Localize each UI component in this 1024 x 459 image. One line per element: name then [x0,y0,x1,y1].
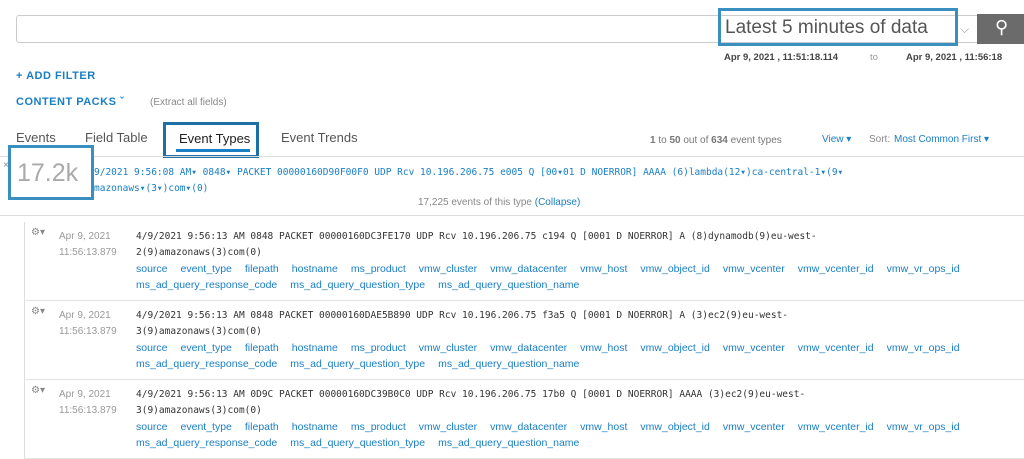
event-message: 4/9/2021 9:56:13 AM 0848 PACKET 00000160… [136,231,817,258]
event-row: ⚙▾ Apr 9, 2021 11:56:13.879 4/9/2021 9:56… [24,301,1024,380]
event-timestamp: Apr 9, 2021 11:56:13.879 [59,389,117,416]
field-link[interactable]: event_type [181,340,232,356]
event-row: ⚙▾ Apr 9, 2021 11:56:13.879 4/9/2021 9:56… [24,380,1024,459]
field-link[interactable]: vmw_vr_ops_id [887,340,960,356]
field-link[interactable]: ms_product [351,261,406,277]
field-link[interactable]: ms_product [351,340,406,356]
tab-event-trends[interactable]: Event Trends [281,130,358,145]
event-timestamp: Apr 9, 2021 11:56:13.879 [59,231,117,258]
event-message: 4/9/2021 9:56:13 AM 0848 PACKET 00000160… [136,310,789,337]
field-link[interactable]: vmw_host [580,261,627,277]
event-type-text: 9/2021 9:56:08 AM▾ 0848▾ PACKET 00000160… [94,167,844,178]
field-link[interactable]: source [136,340,168,356]
search-button[interactable]: ⚲ [977,14,1024,44]
field-link[interactable]: vmw_cluster [419,261,477,277]
field-link[interactable]: ms_ad_query_question_type [290,356,425,372]
field-link[interactable]: vmw_vcenter_id [798,419,874,435]
tab-events[interactable]: Events [16,130,56,145]
field-link[interactable]: hostname [292,419,338,435]
event-type-summary: 17,225 events of this type (Collapse) [418,197,581,208]
time-range-select[interactable]: Latest 5 minutes of data [718,8,958,46]
field-link[interactable]: vmw_object_id [640,261,709,277]
field-link[interactable]: ms_ad_query_question_type [290,277,425,293]
field-link[interactable]: vmw_vcenter [723,340,785,356]
event-fields: source event_type filepath hostname ms_produ… [136,340,1006,372]
field-link[interactable]: ms_ad_query_question_name [438,277,579,293]
time-to-label: to [870,52,878,63]
event-fields: source event_type filepath hostname ms_produ… [136,261,1006,293]
field-link[interactable]: vmw_datacenter [490,340,567,356]
event-type-count: 17.2k [8,145,94,200]
field-link[interactable]: event_type [181,261,232,277]
collapse-link[interactable]: (Collapse) [535,197,581,208]
gear-icon[interactable]: ⚙▾ [31,306,45,317]
field-link[interactable]: ms_ad_query_response_code [136,435,277,451]
field-link[interactable]: hostname [292,340,338,356]
field-link[interactable]: vmw_datacenter [490,419,567,435]
field-link[interactable]: ms_ad_query_response_code [136,277,277,293]
field-link[interactable]: hostname [292,261,338,277]
sort-label: Sort: [869,134,891,145]
search-icon: ⚲ [995,17,1009,37]
gear-icon[interactable]: ⚙▾ [31,385,45,396]
field-link[interactable]: vmw_vcenter [723,419,785,435]
field-link[interactable]: ms_product [351,419,406,435]
field-link[interactable]: vmw_vr_ops_id [887,419,960,435]
field-link[interactable]: vmw_object_id [640,340,709,356]
time-from: Apr 9, 2021 , 11:51:18.114 [724,52,839,63]
tab-field-table[interactable]: Field Table [85,130,148,145]
paging-info: 1 to 50 out of 634 event types [650,135,782,146]
field-link[interactable]: vmw_vcenter_id [798,261,874,277]
field-link[interactable]: ms_ad_query_response_code [136,356,277,372]
event-row: ⚙▾ Apr 9, 2021 11:56:13.879 4/9/2021 9:56… [24,222,1024,301]
field-link[interactable]: vmw_vcenter [723,261,785,277]
extract-all-fields-link[interactable]: (Extract all fields) [150,97,270,108]
view-dropdown[interactable]: View ▾ [822,134,867,145]
field-link[interactable]: event_type [181,419,232,435]
field-link[interactable]: vmw_datacenter [490,261,567,277]
add-filter-button[interactable]: + ADD FILTER [16,70,136,82]
field-link[interactable]: ms_ad_query_question_name [438,356,579,372]
event-timestamp: Apr 9, 2021 11:56:13.879 [59,310,117,337]
gear-icon[interactable]: ⚙▾ [31,227,45,238]
field-link[interactable]: vmw_vr_ops_id [887,261,960,277]
field-link[interactable]: vmw_cluster [419,419,477,435]
event-type-text-cont: mazonaws▾(3▾)com▾(0) [94,183,209,194]
field-link[interactable]: filepath [245,419,279,435]
event-message: 4/9/2021 9:56:13 AM 0D9C PACKET 00000160… [136,389,806,416]
chevron-down-icon[interactable]: ⌵ [960,22,969,37]
field-link[interactable]: vmw_vcenter_id [798,340,874,356]
sort-dropdown[interactable]: Most Common First ▾ [894,134,1019,145]
tab-event-types[interactable]: Event Types [163,122,259,158]
field-link[interactable]: ms_ad_query_question_name [438,435,579,451]
field-link[interactable]: source [136,261,168,277]
field-link[interactable]: filepath [245,261,279,277]
field-link[interactable]: vmw_host [580,340,627,356]
field-link[interactable]: source [136,419,168,435]
field-link[interactable]: filepath [245,340,279,356]
field-link[interactable]: ms_ad_query_question_type [290,435,425,451]
field-link[interactable]: vmw_host [580,419,627,435]
event-fields: source event_type filepath hostname ms_produ… [136,419,1006,451]
time-to: Apr 9, 2021 , 11:56:18 [906,52,1003,63]
field-link[interactable]: vmw_object_id [640,419,709,435]
field-link[interactable]: vmw_cluster [419,340,477,356]
content-packs-dropdown[interactable]: CONTENT PACKS ˇ [16,96,146,108]
